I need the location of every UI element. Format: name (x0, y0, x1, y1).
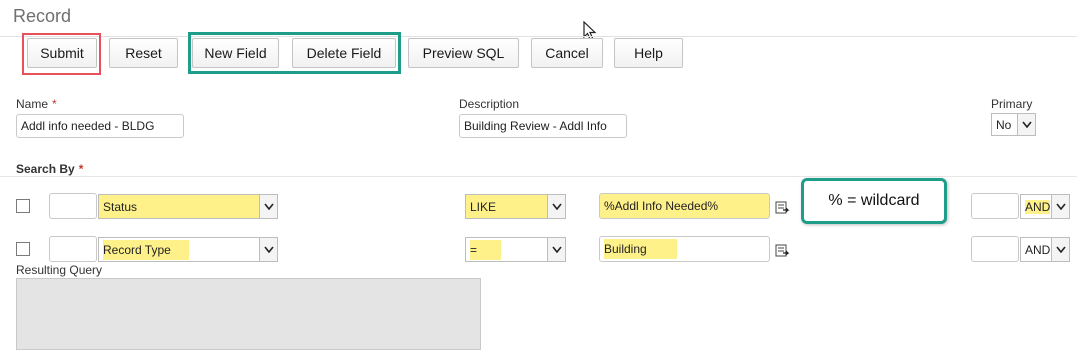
row-1-open-paren-input[interactable] (49, 193, 97, 219)
chevron-down-icon (259, 195, 277, 218)
row-1-operator-select[interactable]: LIKE (465, 194, 566, 219)
search-by-label-text: Search By (16, 162, 75, 176)
row-1-value-input[interactable]: %Addl Info Needed% (599, 193, 770, 219)
row-1-conjunction-value: AND (1025, 199, 1051, 214)
chevron-down-icon (1051, 238, 1069, 261)
description-label: Description (459, 97, 520, 111)
row-2-conjunction-select[interactable]: AND (1020, 237, 1070, 262)
required-marker: * (52, 97, 57, 111)
row-2-open-paren-input[interactable] (49, 236, 97, 262)
wildcard-callout: % = wildcard (801, 178, 947, 224)
row-2-value-input[interactable]: Building (599, 236, 770, 262)
row-2-checkbox[interactable] (16, 242, 30, 256)
search-by-divider (0, 176, 1077, 177)
row-1-checkbox[interactable] (16, 199, 30, 213)
row-1-conjunction-select[interactable]: AND (1020, 194, 1070, 219)
row-2-close-paren-input[interactable] (971, 236, 1019, 262)
row-2-field-select[interactable]: Record Type (98, 237, 278, 262)
required-marker: * (78, 162, 84, 176)
row-1-operator-value: LIKE (470, 199, 497, 214)
chevron-down-icon (547, 238, 565, 261)
cancel-button[interactable]: Cancel (531, 38, 603, 68)
row-1-close-paren-input[interactable] (971, 193, 1019, 219)
primary-label: Primary (991, 97, 1033, 111)
lookup-icon[interactable] (774, 199, 790, 215)
primary-select[interactable]: No (991, 113, 1036, 136)
row-1-field-value: Status (103, 199, 138, 214)
chevron-down-icon (1051, 195, 1069, 218)
name-label-text: Name (16, 97, 49, 111)
toolbar-divider (0, 36, 1077, 37)
field-buttons-highlight-box (188, 32, 401, 74)
row-2-value-text: Building (604, 239, 677, 259)
description-input[interactable]: Building Review - Addl Info (459, 114, 627, 138)
resulting-query-label: Resulting Query (16, 263, 103, 277)
reset-button[interactable]: Reset (109, 38, 178, 68)
name-label: Name * (16, 97, 57, 111)
page-title: Record (13, 6, 72, 26)
row-2-operator-select[interactable]: = (465, 237, 566, 262)
search-by-label: Search By * (16, 162, 83, 176)
lookup-icon[interactable] (774, 242, 790, 258)
help-button[interactable]: Help (614, 38, 683, 68)
row-2-field-value: Record Type (103, 239, 189, 260)
chevron-down-icon (547, 195, 565, 218)
preview-sql-button[interactable]: Preview SQL (408, 38, 519, 68)
name-input[interactable]: Addl info needed - BLDG (16, 114, 184, 138)
resulting-query-textarea[interactable] (16, 278, 481, 350)
row-2-conjunction-value: AND (1025, 242, 1051, 257)
row-1-field-select[interactable]: Status (98, 194, 278, 219)
primary-select-value: No (996, 117, 1012, 132)
chevron-down-icon (259, 238, 277, 261)
chevron-down-icon (1017, 114, 1035, 135)
submit-highlight-box (22, 33, 101, 75)
row-2-operator-value: = (470, 239, 502, 260)
